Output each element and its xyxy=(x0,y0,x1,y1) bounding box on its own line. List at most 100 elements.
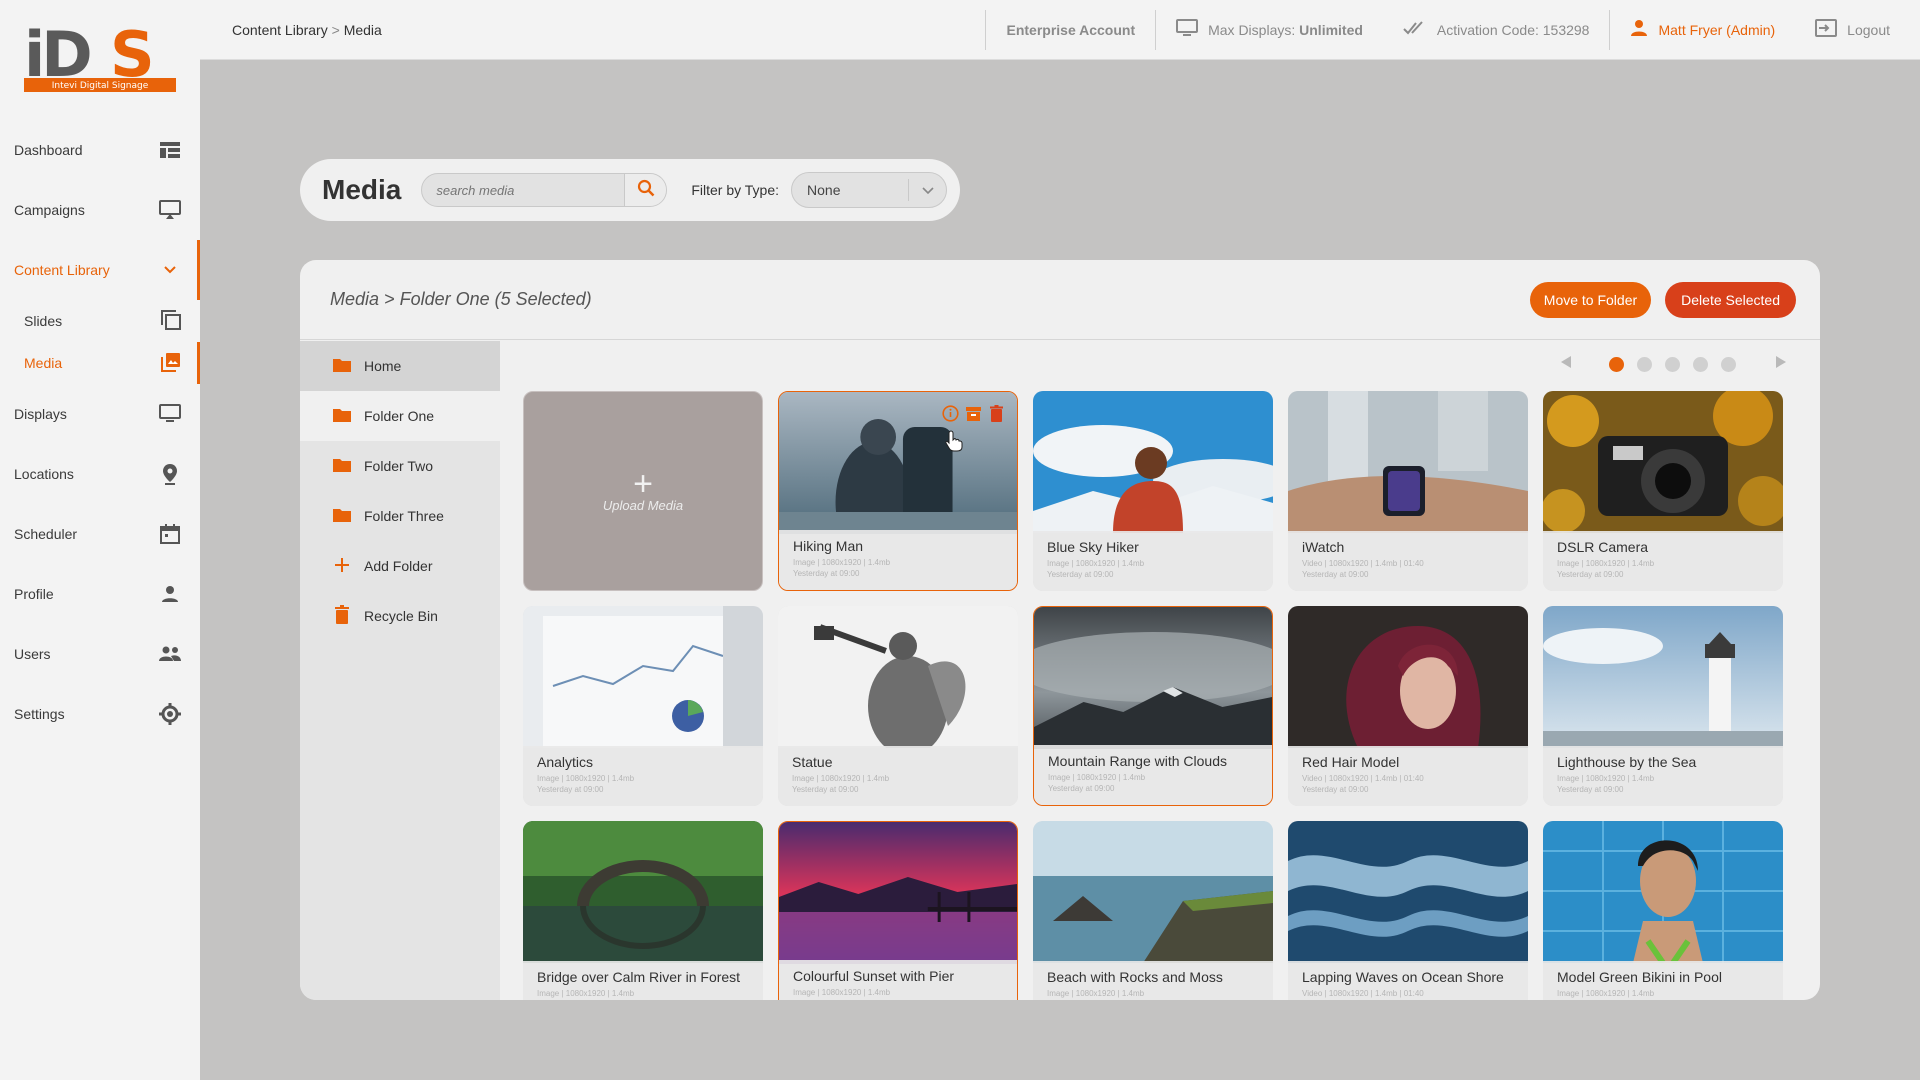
media-date: Yesterday at 09:00 xyxy=(1557,570,1624,579)
media-date: Yesterday at 09:00 xyxy=(1302,570,1369,579)
account-type: Enterprise Account xyxy=(986,0,1155,60)
media-thumbnail xyxy=(1543,821,1783,963)
page-dot[interactable] xyxy=(1721,357,1736,372)
media-thumbnail xyxy=(1288,821,1528,963)
page-dot[interactable] xyxy=(1609,357,1624,372)
pagination xyxy=(1559,355,1788,374)
media-card-info: Statue Image | 1080x1920 | 1.4mb Yesterd… xyxy=(778,746,1018,806)
user-menu[interactable]: Matt Fryer (Admin) xyxy=(1610,0,1795,60)
sidebar-item-scheduler[interactable]: Scheduler xyxy=(0,504,200,564)
hand-cursor-icon xyxy=(945,430,963,457)
add-folder-button[interactable]: Add Folder xyxy=(300,541,500,591)
media-meta: Video | 1080x1920 | 1.4mb | 01:40 xyxy=(1302,774,1424,783)
folder-item-folder-one[interactable]: Folder One xyxy=(300,391,500,441)
media-name: Lighthouse by the Sea xyxy=(1557,754,1697,770)
media-meta: Image | 1080x1920 | 1.4mb xyxy=(793,558,891,567)
page-dot[interactable] xyxy=(1665,357,1680,372)
media-card-info: Bridge over Calm River in Forest Image |… xyxy=(523,961,763,1000)
svg-text:Intevi Digital Signage: Intevi Digital Signage xyxy=(52,81,149,91)
search-input[interactable] xyxy=(422,174,625,206)
media-name: Statue xyxy=(792,754,833,770)
upload-media-tile[interactable]: + Upload Media xyxy=(523,391,763,591)
top-bar-right: Enterprise Account Max Displays: Unlimit… xyxy=(985,0,1920,60)
logout-button[interactable]: Logout xyxy=(1795,0,1920,60)
sidebar-item-content-library[interactable]: Content Library xyxy=(0,240,200,300)
media-card[interactable]: Mountain Range with Clouds Image | 1080x… xyxy=(1033,606,1273,806)
sidebar-item-displays[interactable]: Displays xyxy=(0,384,200,444)
folder-label: Home xyxy=(364,358,402,374)
media-card[interactable]: Hiking Man Image | 1080x1920 | 1.4mb Yes… xyxy=(778,391,1018,591)
plus-icon: + xyxy=(633,464,653,503)
media-card[interactable]: iWatch Video | 1080x1920 | 1.4mb | 01:40… xyxy=(1288,391,1528,591)
ids-logo[interactable]: iD S Intevi Digital Signage xyxy=(22,18,180,94)
sidebar-item-label: Dashboard xyxy=(14,142,83,158)
sidebar-item-campaigns[interactable]: Campaigns xyxy=(0,180,200,240)
chevron-down-icon xyxy=(908,179,946,201)
user-icon xyxy=(1630,19,1648,40)
gear-icon xyxy=(158,702,182,726)
logout-label: Logout xyxy=(1847,21,1890,38)
folder-list: Home Folder One Folder Two Folder Three … xyxy=(300,341,500,1000)
media-card[interactable]: Red Hair Model Video | 1080x1920 | 1.4mb… xyxy=(1288,606,1528,806)
media-date: Yesterday at 09:00 xyxy=(1048,784,1115,793)
media-card[interactable]: Lighthouse by the Sea Image | 1080x1920 … xyxy=(1543,606,1783,806)
media-thumbnail xyxy=(1543,606,1783,748)
media-card-info: Model Green Bikini in Pool Image | 1080x… xyxy=(1543,961,1783,1000)
filter-by-type-label: Filter by Type: xyxy=(691,182,780,198)
activation-code-text: Activation Code: 153298 xyxy=(1436,21,1590,38)
delete-selected-button[interactable]: Delete Selected xyxy=(1665,281,1796,318)
media-card[interactable]: Analytics Image | 1080x1920 | 1.4mb Yest… xyxy=(523,606,763,806)
media-card[interactable]: Blue Sky Hiker Image | 1080x1920 | 1.4mb… xyxy=(1033,391,1273,591)
media-card-info: Analytics Image | 1080x1920 | 1.4mb Yest… xyxy=(523,746,763,806)
media-card[interactable]: Lapping Waves on Ocean Shore Video | 108… xyxy=(1288,821,1528,1000)
sidebar-item-media[interactable]: Media xyxy=(0,342,200,384)
move-to-folder-button[interactable]: Move to Folder xyxy=(1529,281,1652,318)
media-name: Model Green Bikini in Pool xyxy=(1557,969,1722,985)
page-dot[interactable] xyxy=(1693,357,1708,372)
top-bar: Content Library > Media Enterprise Accou… xyxy=(200,0,1920,60)
search-icon xyxy=(637,179,655,202)
next-page-icon[interactable] xyxy=(1774,355,1788,374)
search-button[interactable] xyxy=(624,174,667,206)
media-thumbnail xyxy=(1288,606,1528,748)
sidebar-item-slides[interactable]: Slides xyxy=(0,300,200,342)
archive-icon[interactable] xyxy=(965,405,982,422)
filter-type-select[interactable]: None xyxy=(791,172,948,208)
media-card[interactable]: Model Green Bikini in Pool Image | 1080x… xyxy=(1543,821,1783,1000)
folder-breadcrumb-home[interactable]: Media xyxy=(330,289,379,309)
media-card-info: Lapping Waves on Ocean Shore Video | 108… xyxy=(1288,961,1528,1000)
trash-icon[interactable] xyxy=(988,405,1005,422)
breadcrumb-separator: > xyxy=(331,21,340,38)
folder-label: Folder One xyxy=(364,408,435,424)
panel-header: Media > Folder One (5 Selected) Move to … xyxy=(300,260,1820,340)
folder-item-home[interactable]: Home xyxy=(300,341,500,391)
sidebar-item-locations[interactable]: Locations xyxy=(0,444,200,504)
page-dot[interactable] xyxy=(1637,357,1652,372)
media-card[interactable]: Beach with Rocks and Moss Image | 1080x1… xyxy=(1033,821,1273,1000)
media-card[interactable]: Statue Image | 1080x1920 | 1.4mb Yesterd… xyxy=(778,606,1018,806)
info-icon[interactable] xyxy=(942,405,959,422)
folder-item-folder-two[interactable]: Folder Two xyxy=(300,441,500,491)
media-meta: Image | 1080x1920 | 1.4mb xyxy=(1047,989,1145,998)
sidebar-item-users[interactable]: Users xyxy=(0,624,200,684)
folder-item-folder-three[interactable]: Folder Three xyxy=(300,491,500,541)
media-date: Yesterday at 09:00 xyxy=(537,785,604,794)
trash-icon xyxy=(332,604,352,628)
sidebar-item-settings[interactable]: Settings xyxy=(0,684,200,744)
sidebar-item-profile[interactable]: Profile xyxy=(0,564,200,624)
prev-page-icon[interactable] xyxy=(1559,355,1573,374)
sidebar-item-dashboard[interactable]: Dashboard xyxy=(0,120,200,180)
media-meta: Image | 1080x1920 | 1.4mb xyxy=(1047,559,1145,568)
media-card-info: Mountain Range with Clouds Image | 1080x… xyxy=(1034,745,1272,805)
recycle-bin[interactable]: Recycle Bin xyxy=(300,591,500,641)
media-card[interactable]: Bridge over Calm River in Forest Image |… xyxy=(523,821,763,1000)
sidebar-item-label: Settings xyxy=(14,706,65,722)
folder-icon xyxy=(332,357,352,376)
media-card[interactable]: DSLR Camera Image | 1080x1920 | 1.4mb Ye… xyxy=(1543,391,1783,591)
media-meta: Image | 1080x1920 | 1.4mb xyxy=(793,988,891,997)
breadcrumb-parent[interactable]: Content Library xyxy=(232,22,328,38)
media-meta: Image | 1080x1920 | 1.4mb xyxy=(537,989,635,998)
page-title: Media xyxy=(322,174,402,205)
media-card[interactable]: Colourful Sunset with Pier Image | 1080x… xyxy=(778,821,1018,1000)
monitor-icon xyxy=(1176,19,1199,40)
